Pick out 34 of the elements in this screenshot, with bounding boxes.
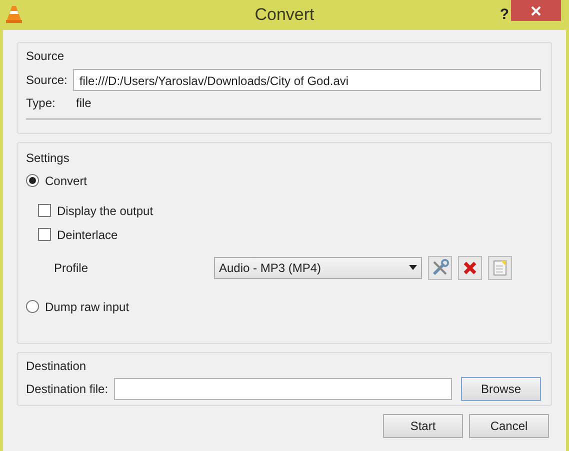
delete-button[interactable] — [458, 256, 482, 280]
close-icon — [531, 6, 541, 16]
new-profile-button[interactable] — [488, 256, 512, 280]
checkbox-label: Display the output — [57, 202, 154, 220]
group-title: Settings — [26, 150, 70, 167]
radio-button[interactable] — [26, 174, 39, 187]
dialog-button[interactable]: Start — [383, 414, 463, 438]
checkbox[interactable] — [38, 228, 51, 241]
radio-label: Dump raw input — [45, 298, 130, 316]
tools-button[interactable] — [428, 256, 452, 280]
field-label: Profile — [54, 260, 90, 276]
group-title: Destination — [26, 358, 86, 375]
delete-icon — [463, 260, 477, 274]
traffic-cone-icon — [6, 5, 22, 23]
close-button[interactable] — [511, 0, 561, 21]
checkbox-label: Deinterlace — [57, 226, 118, 244]
window-title: Convert — [254, 4, 314, 26]
dialog-button[interactable]: Cancel — [469, 414, 549, 438]
field-label: Type: — [26, 95, 56, 112]
radio-label: Convert — [45, 172, 88, 190]
field-label: Source: — [26, 72, 68, 89]
help-button[interactable]: ? — [500, 4, 509, 26]
field-label: Destination file: — [26, 381, 108, 398]
caret-icon — [409, 265, 417, 270]
profile-dropdown[interactable]: Audio - MP3 (MP4) — [214, 256, 422, 278]
radio-button[interactable] — [26, 300, 39, 313]
checkbox[interactable] — [38, 204, 51, 217]
destination-field[interactable] — [114, 378, 452, 400]
group-title: Source — [26, 48, 64, 65]
wrench-screwdriver-icon — [431, 258, 449, 276]
type-value: file — [76, 95, 92, 112]
document-icon — [493, 260, 507, 276]
browse-button[interactable]: Browse — [461, 377, 541, 401]
source-field[interactable]: file:///D:/Users/Yaroslav/Downloads/City of God.avi — [73, 69, 541, 91]
